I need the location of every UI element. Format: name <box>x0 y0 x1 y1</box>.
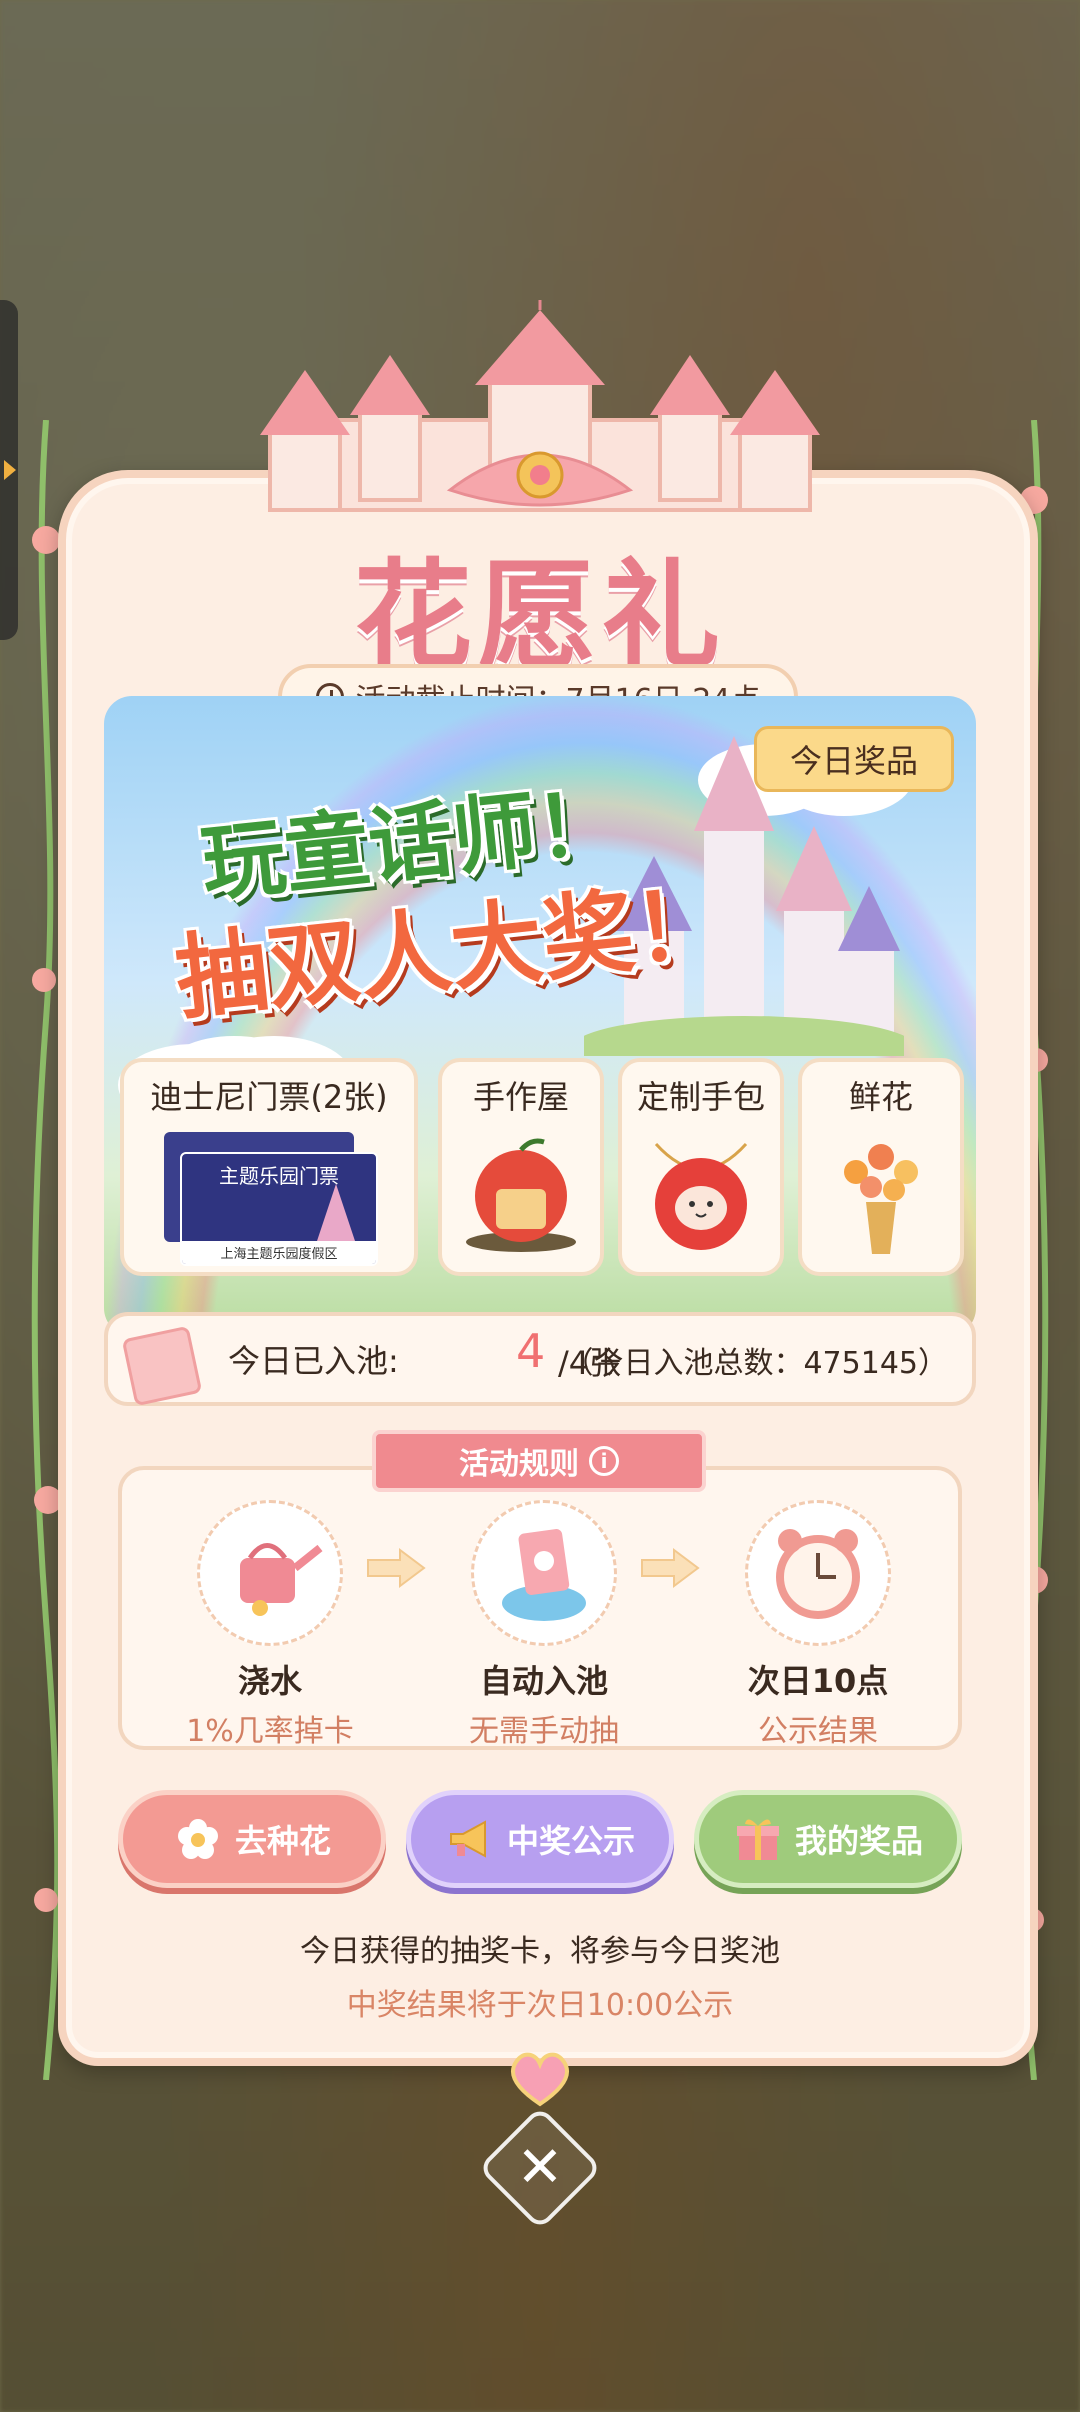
megaphone-icon <box>449 1820 486 1858</box>
pool-count: 4 <box>516 1324 546 1378</box>
pool-label: 今日已入池: <box>228 1342 399 1380</box>
ticket-footer: 上海主题乐园度假区 <box>182 1241 376 1264</box>
rule-step-auto-pool: 自动入池 无需手动抽 <box>434 1500 654 1750</box>
step-desc: 公示结果 <box>758 1714 878 1749</box>
my-prizes-label: 我的奖品 <box>794 1822 923 1860</box>
rule-step-next-day: 次日10点 公示结果 <box>708 1500 928 1750</box>
prize-banner: 玩童话师！ 抽双人大奖！ 今日奖品 迪士尼门票(2张) 主题乐园门票 上海主题乐… <box>104 696 976 1336</box>
today-prize-button[interactable]: 今日奖品 <box>754 726 954 792</box>
flower-vase-image <box>844 1144 918 1254</box>
winner-announcement-button[interactable]: 中奖公示 <box>406 1790 674 1888</box>
prize-card-craft-house[interactable]: 手作屋 <box>438 1058 604 1276</box>
watering-can-icon <box>197 1500 343 1646</box>
step-title: 次日10点 <box>747 1662 889 1700</box>
apple-house-image <box>466 1138 576 1252</box>
winner-announcement-label: 中奖公示 <box>506 1822 635 1860</box>
flower-icon <box>177 1819 218 1859</box>
prize-card-disney-tickets[interactable]: 迪士尼门票(2张) 主题乐园门票 上海主题乐园度假区 <box>120 1058 418 1276</box>
castle-decoration <box>260 300 820 512</box>
prize-card-flowers[interactable]: 鲜花 <box>798 1058 964 1276</box>
pool-total: （今日入池总数：475145） <box>563 1346 948 1381</box>
prize-name: 手作屋 <box>472 1078 569 1116</box>
prize-name: 鲜花 <box>848 1078 913 1116</box>
prize-name: 迪士尼门票(2张) <box>150 1078 388 1116</box>
rules-panel: 浇水 1%几率掉卡 自动入池 无需手动抽 次日10点 公示结果 <box>118 1466 962 1750</box>
rule-step-water: 浇水 1%几率掉卡 <box>160 1500 380 1750</box>
alarm-clock-icon <box>745 1500 891 1646</box>
footnote-pool-info: 今日获得的抽奖卡，将参与今日奖池 <box>300 1934 780 1969</box>
heart-ornament-icon <box>511 2052 569 2107</box>
pool-status-bar: 今日已入池: 4 /4张 （今日入池总数：475145） <box>104 1312 976 1407</box>
info-icon[interactable]: i <box>589 1446 619 1476</box>
go-plant-label: 去种花 <box>234 1822 331 1860</box>
step-desc: 1%几率掉卡 <box>186 1714 354 1749</box>
lottery-card-icon <box>121 1325 203 1407</box>
my-prizes-button[interactable]: 我的奖品 <box>694 1790 962 1888</box>
arrow-right-icon <box>367 1548 426 1588</box>
chevron-right-icon <box>4 460 16 480</box>
prize-card-custom-bag[interactable]: 定制手包 <box>618 1058 784 1276</box>
rules-header-button[interactable]: 活动规则 i <box>372 1430 706 1492</box>
card-in-water-icon <box>471 1500 617 1646</box>
prize-name: 定制手包 <box>636 1078 765 1116</box>
close-icon[interactable]: ✕ <box>496 2124 584 2212</box>
gift-icon <box>736 1819 779 1860</box>
ticket-image: 主题乐园门票 上海主题乐园度假区 <box>164 1132 378 1266</box>
go-plant-button[interactable]: 去种花 <box>118 1790 386 1888</box>
step-title: 自动入池 <box>479 1662 608 1700</box>
rules-title: 活动规则 <box>459 1447 579 1482</box>
footnote-result-time: 中奖结果将于次日10:00公示 <box>346 1988 734 2023</box>
step-desc: 无需手动抽 <box>469 1714 619 1749</box>
step-title: 浇水 <box>237 1662 302 1700</box>
ticket-title: 主题乐园门票 <box>219 1164 339 1188</box>
apple-bag-image <box>654 1142 748 1250</box>
arrow-right-icon <box>641 1548 700 1588</box>
